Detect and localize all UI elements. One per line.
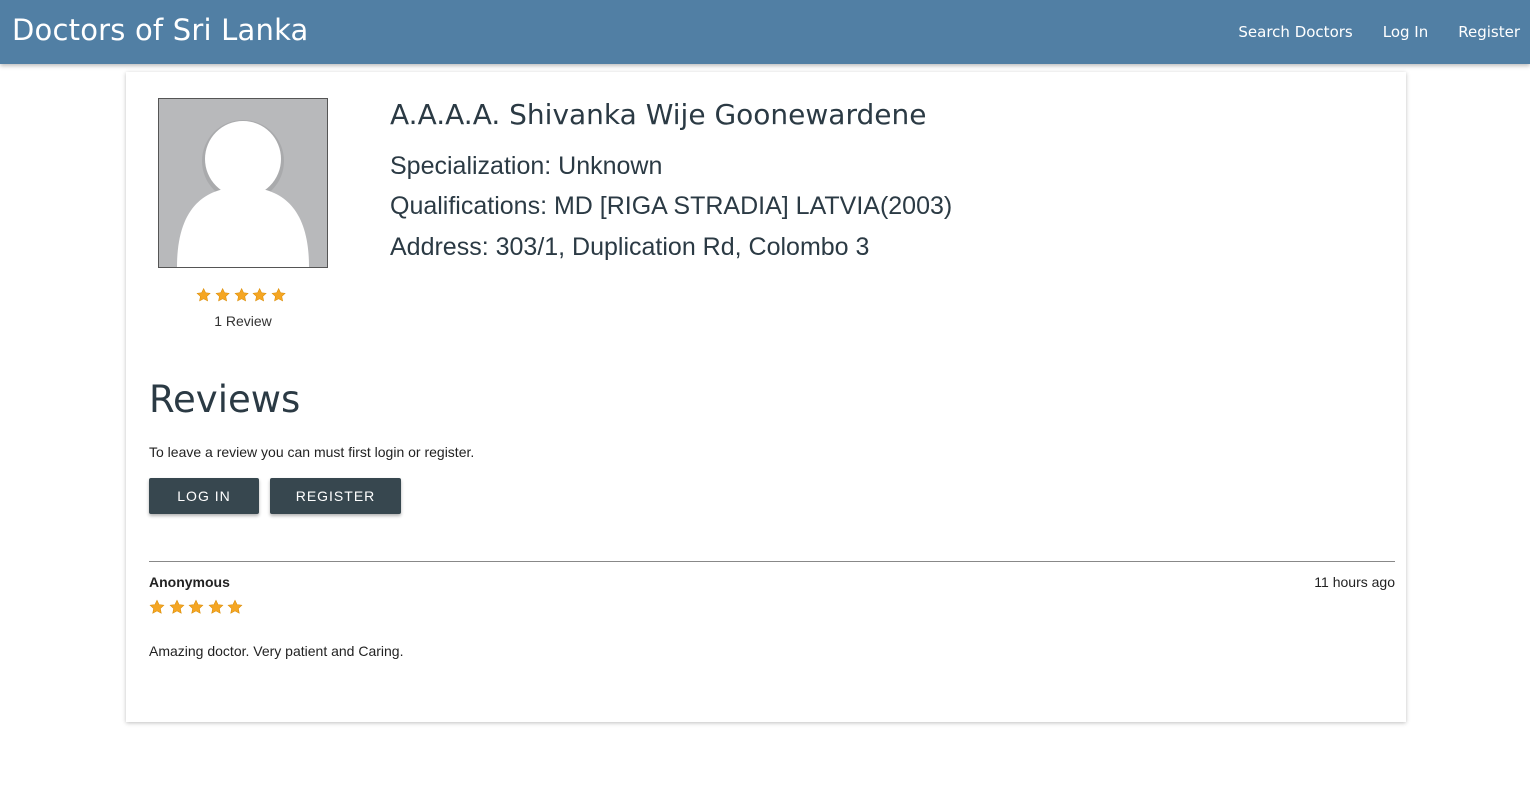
star-icon	[234, 287, 249, 302]
star-icon	[271, 287, 286, 302]
brand-logo-link[interactable]: Doctors of Sri Lanka	[12, 13, 309, 47]
nav-link-register[interactable]: Register	[1458, 23, 1520, 41]
star-icon	[208, 599, 224, 614]
reviews-heading: Reviews	[149, 378, 301, 421]
review-time: 11 hours ago	[1314, 574, 1395, 590]
review-divider	[149, 561, 1395, 562]
nav-link-search-doctors[interactable]: Search Doctors	[1238, 23, 1352, 41]
doctor-address: Address: 303/1, Duplication Rd, Colombo …	[390, 233, 870, 261]
log-in-button[interactable]: LOG IN	[149, 478, 259, 514]
doctor-rating	[196, 287, 290, 305]
star-icon	[252, 287, 268, 302]
star-icon	[169, 599, 185, 614]
review-text: Amazing doctor. Very patient and Caring.	[149, 643, 404, 659]
review-login-note: To leave a review you can must first log…	[149, 444, 475, 460]
star-icon	[215, 287, 230, 302]
star-icon	[188, 599, 204, 614]
review-rating	[149, 599, 247, 615]
nav-links: Search Doctors Log In Register	[1208, 0, 1520, 64]
doctor-profile-card: 1 Review A.A.A.A. Shivanka Wije Goonewar…	[126, 72, 1406, 722]
review-author: Anonymous	[149, 574, 230, 590]
star-icon	[149, 599, 165, 614]
star-icon	[227, 599, 243, 614]
doctor-name: A.A.A.A. Shivanka Wije Goonewardene	[390, 98, 927, 131]
avatar-placeholder-icon	[158, 98, 328, 268]
nav-link-log-in[interactable]: Log In	[1383, 23, 1429, 41]
doctor-specialization: Specialization: Unknown	[390, 152, 663, 180]
navbar: Doctors of Sri Lanka Search Doctors Log …	[0, 0, 1530, 64]
review-count: 1 Review	[214, 313, 272, 329]
register-button[interactable]: REGISTER	[270, 478, 401, 514]
star-icon	[196, 287, 211, 302]
doctor-qualifications: Qualifications: MD [RIGA STRADIA] LATVIA…	[390, 192, 953, 220]
